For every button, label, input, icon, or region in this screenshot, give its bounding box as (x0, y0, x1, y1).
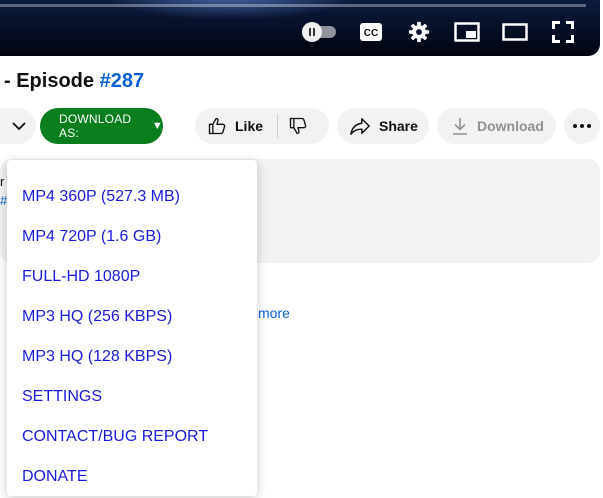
download-format-menu: MP4 360P (527.3 MB) MP4 720P (1.6 GB) FU… (7, 160, 257, 496)
like-button[interactable]: Like (207, 116, 263, 136)
video-frame (100, 0, 360, 20)
caret-down-icon: ▼ (151, 120, 163, 132)
show-more-link[interactable]: more (258, 305, 290, 321)
menu-item-mp3-256[interactable]: MP3 HQ (256 KBPS) (22, 308, 172, 326)
chevron-down-icon (12, 122, 26, 131)
share-label: Share (379, 118, 418, 134)
download-as-label: DOWNLOAD AS: (59, 112, 132, 140)
theater-mode-icon (502, 23, 528, 41)
download-icon (453, 118, 467, 135)
theater-mode-button[interactable] (501, 18, 529, 46)
thumbs-down-icon (289, 117, 307, 135)
dislike-button[interactable] (288, 116, 308, 136)
menu-item-fullhd-1080p[interactable]: FULL-HD 1080P (22, 268, 140, 286)
share-button[interactable]: Share (337, 108, 429, 144)
menu-item-mp3-128[interactable]: MP3 HQ (128 KBPS) (22, 348, 172, 366)
settings-button[interactable] (406, 18, 432, 46)
captions-button[interactable]: CC (358, 18, 384, 46)
video-player[interactable]: CC (0, 0, 600, 56)
like-label: Like (235, 118, 264, 134)
svg-text:CC: CC (364, 28, 378, 39)
autoplay-toggle-icon (302, 22, 336, 42)
fullscreen-icon (552, 21, 574, 43)
miniplayer-icon (454, 22, 480, 42)
menu-item-mp4-720p[interactable]: MP4 720P (1.6 GB) (22, 228, 161, 246)
settings-gear-icon (408, 21, 430, 43)
autoplay-toggle[interactable] (302, 18, 336, 46)
description-text-fragment: r (0, 174, 5, 189)
title-hashtag-link[interactable]: #287 (100, 70, 145, 92)
download-as-button[interactable]: DOWNLOAD AS: ▼ (40, 108, 163, 144)
more-actions-button[interactable] (564, 108, 600, 144)
more-dots-icon (573, 124, 591, 128)
menu-item-contact-bug-report[interactable]: CONTACT/BUG REPORT (22, 428, 208, 446)
download-button[interactable]: Download (437, 108, 556, 144)
like-dislike-group: Like (195, 108, 329, 144)
share-arrow-icon (350, 118, 370, 135)
menu-item-donate[interactable]: DONATE (22, 468, 87, 486)
menu-item-settings[interactable]: SETTINGS (22, 388, 102, 406)
captions-icon: CC (360, 23, 382, 41)
progress-bar[interactable] (0, 4, 586, 7)
miniplayer-button[interactable] (453, 18, 481, 46)
subscribe-dropdown-button[interactable] (0, 108, 36, 144)
fullscreen-button[interactable] (550, 18, 576, 46)
like-divider (277, 114, 279, 138)
thumbs-up-icon (208, 117, 226, 135)
menu-item-mp4-360p[interactable]: MP4 360P (527.3 MB) (22, 188, 180, 206)
video-title: - Episode #287 (4, 70, 144, 93)
download-label: Download (477, 118, 544, 134)
title-text: - Episode (4, 70, 100, 92)
